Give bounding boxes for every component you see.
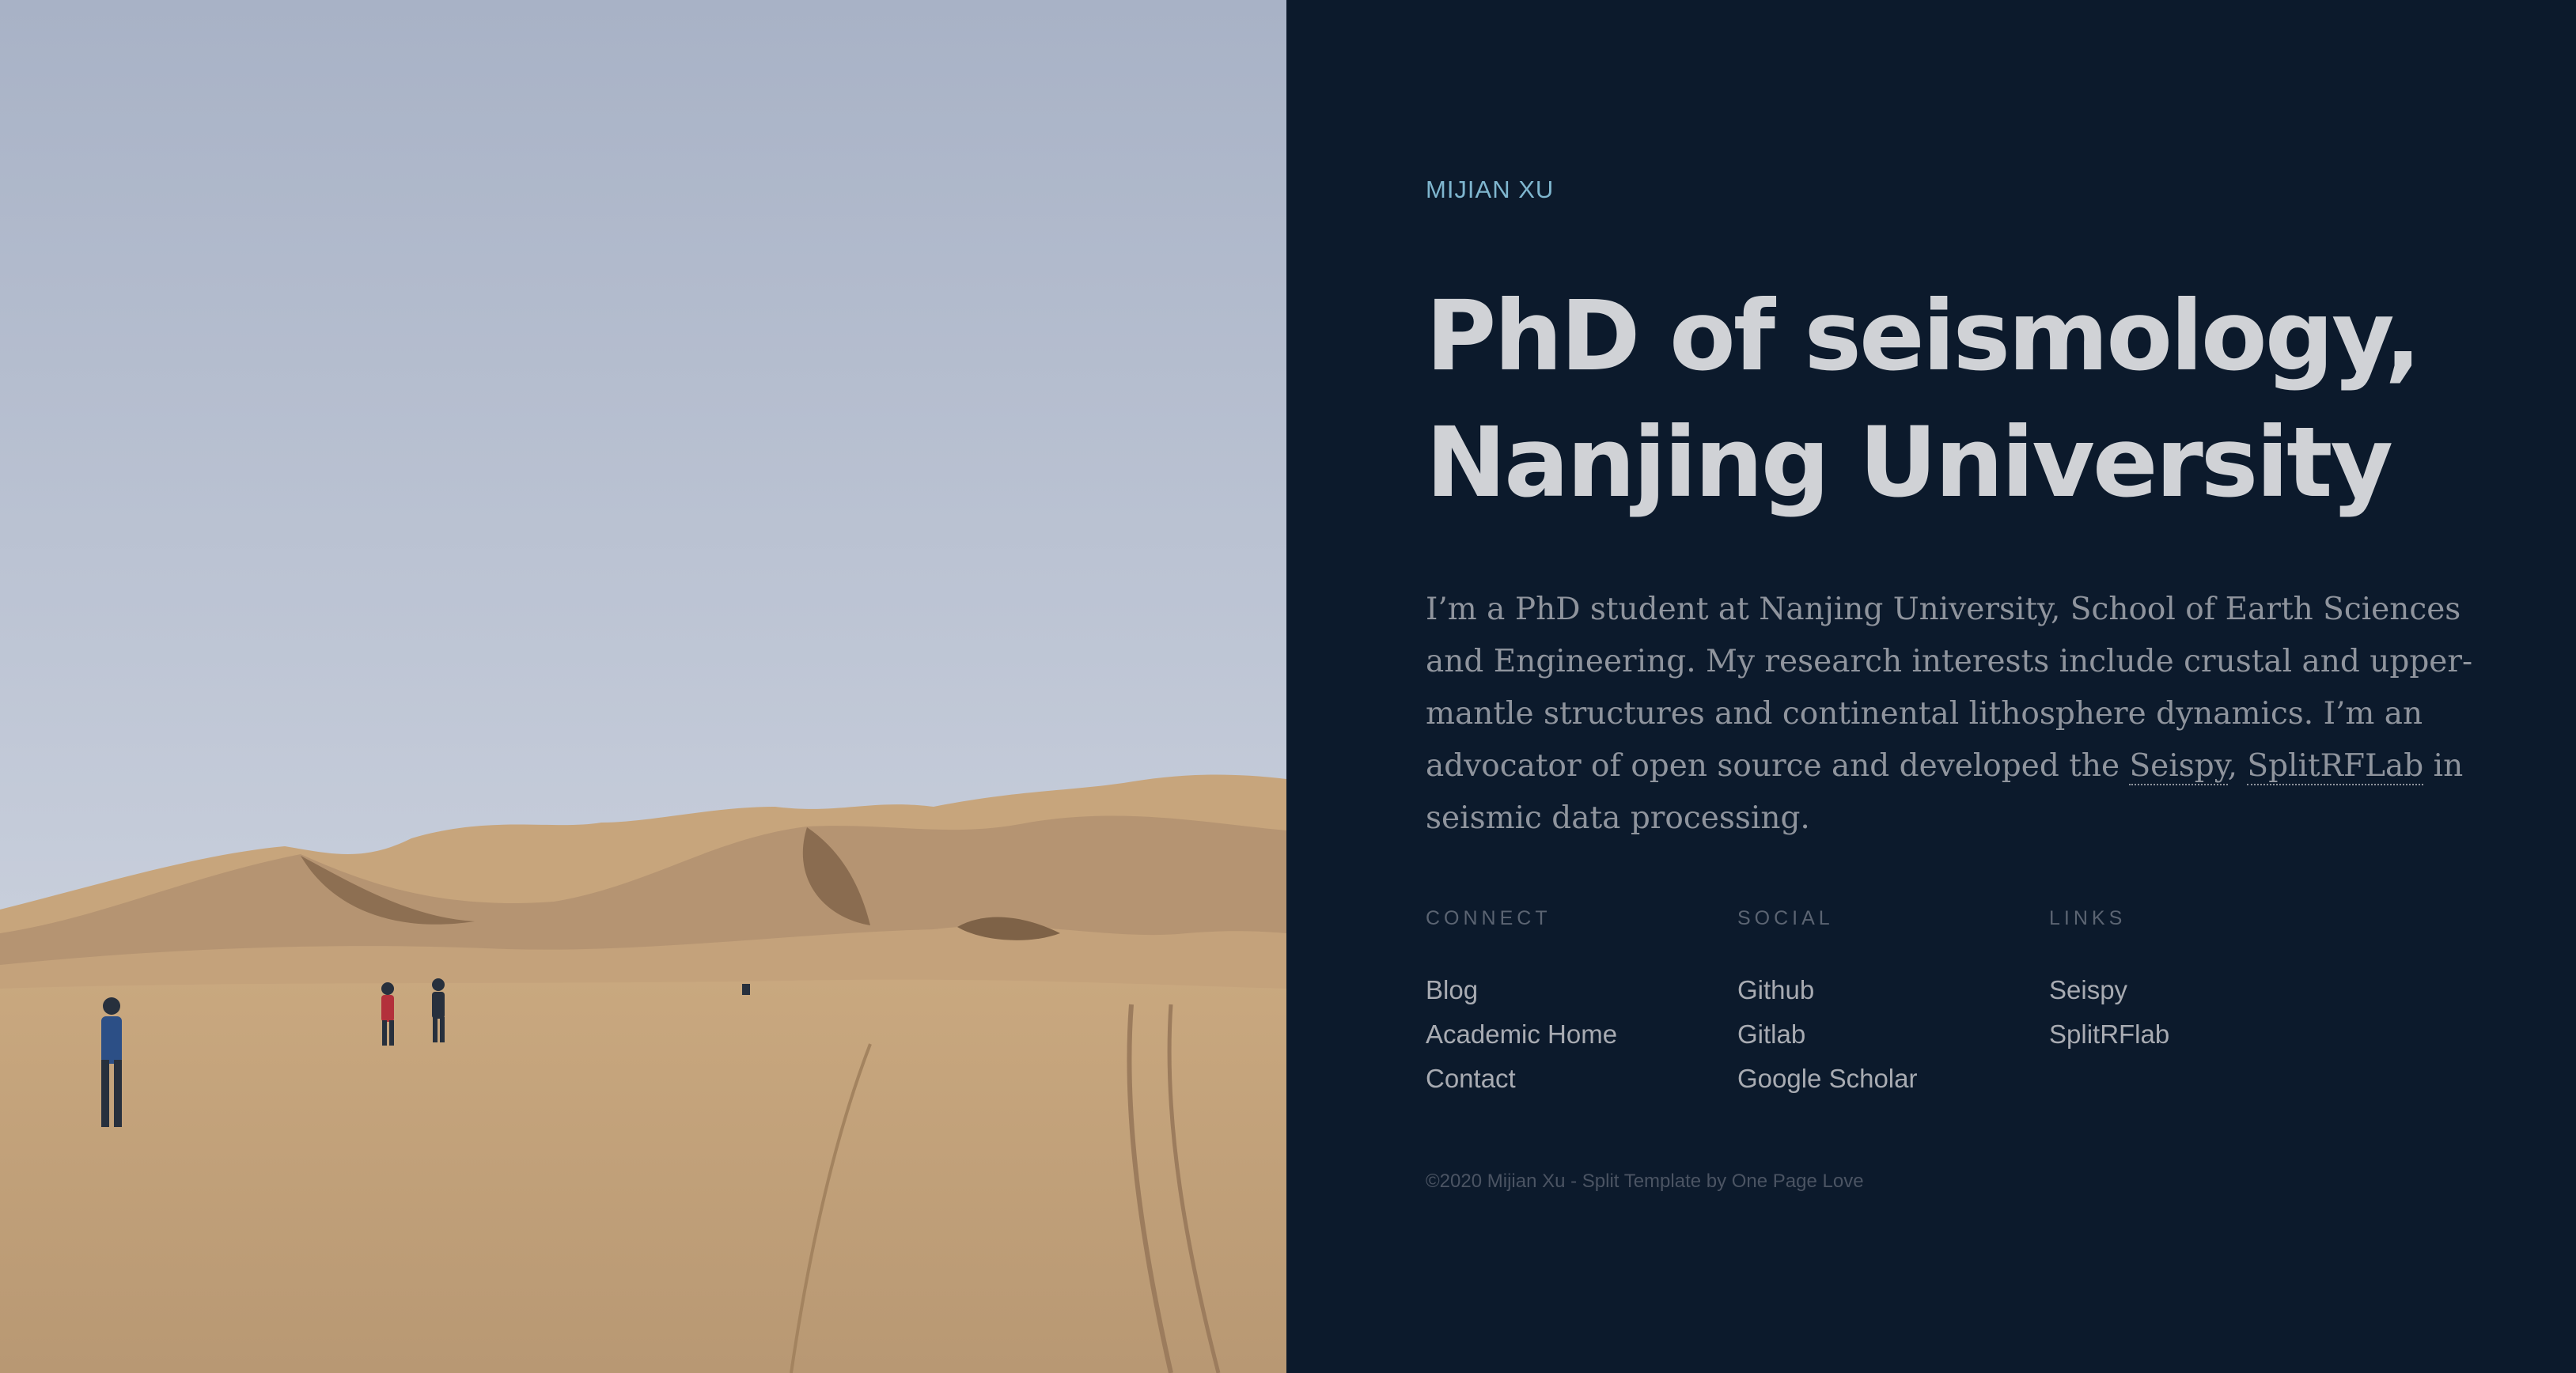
links-list: Seispy SplitRFlab [2049, 968, 2169, 1057]
content-panel: MIJIAN XU PhD of seismology, Nanjing Uni… [1286, 0, 2576, 1373]
site-name: MIJIAN XU [1426, 176, 1555, 203]
nav-link-gitlab[interactable]: Gitlab [1737, 1012, 1917, 1057]
links-heading: LINKS [2049, 907, 2127, 929]
headline-line-1: PhD of seismology, [1426, 280, 2421, 392]
page: MIJIAN XU PhD of seismology, Nanjing Uni… [0, 0, 2576, 1373]
footer-credits: ©2020 Mijian Xu - Split Template by One … [1426, 1171, 1864, 1192]
seispy-link[interactable]: Seispy [2129, 748, 2228, 785]
nav-link-google-scholar[interactable]: Google Scholar [1737, 1057, 1917, 1101]
intro-separator: , [2227, 748, 2248, 784]
page-title: PhD of seismology, Nanjing University [1426, 273, 2517, 526]
social-list: Github Gitlab Google Scholar [1737, 968, 1917, 1101]
nav-link-github[interactable]: Github [1737, 968, 1917, 1012]
nav-link-academic-home[interactable]: Academic Home [1426, 1012, 1617, 1057]
nav-link-blog[interactable]: Blog [1426, 968, 1617, 1012]
desert-photo [0, 0, 1286, 1373]
intro-paragraph: I’m a PhD student at Nanjing University,… [1426, 584, 2478, 845]
connect-heading: CONNECT [1426, 907, 1551, 929]
nav-link-splitrflab[interactable]: SplitRFlab [2049, 1012, 2169, 1057]
nav-link-contact[interactable]: Contact [1426, 1057, 1617, 1101]
headline-line-2: Nanjing University [1426, 407, 2393, 519]
nav-link-seispy[interactable]: Seispy [2049, 968, 2169, 1012]
splitrflab-link[interactable]: SplitRFLab [2247, 748, 2424, 785]
connect-list: Blog Academic Home Contact [1426, 968, 1617, 1101]
social-heading: SOCIAL [1737, 907, 1834, 929]
